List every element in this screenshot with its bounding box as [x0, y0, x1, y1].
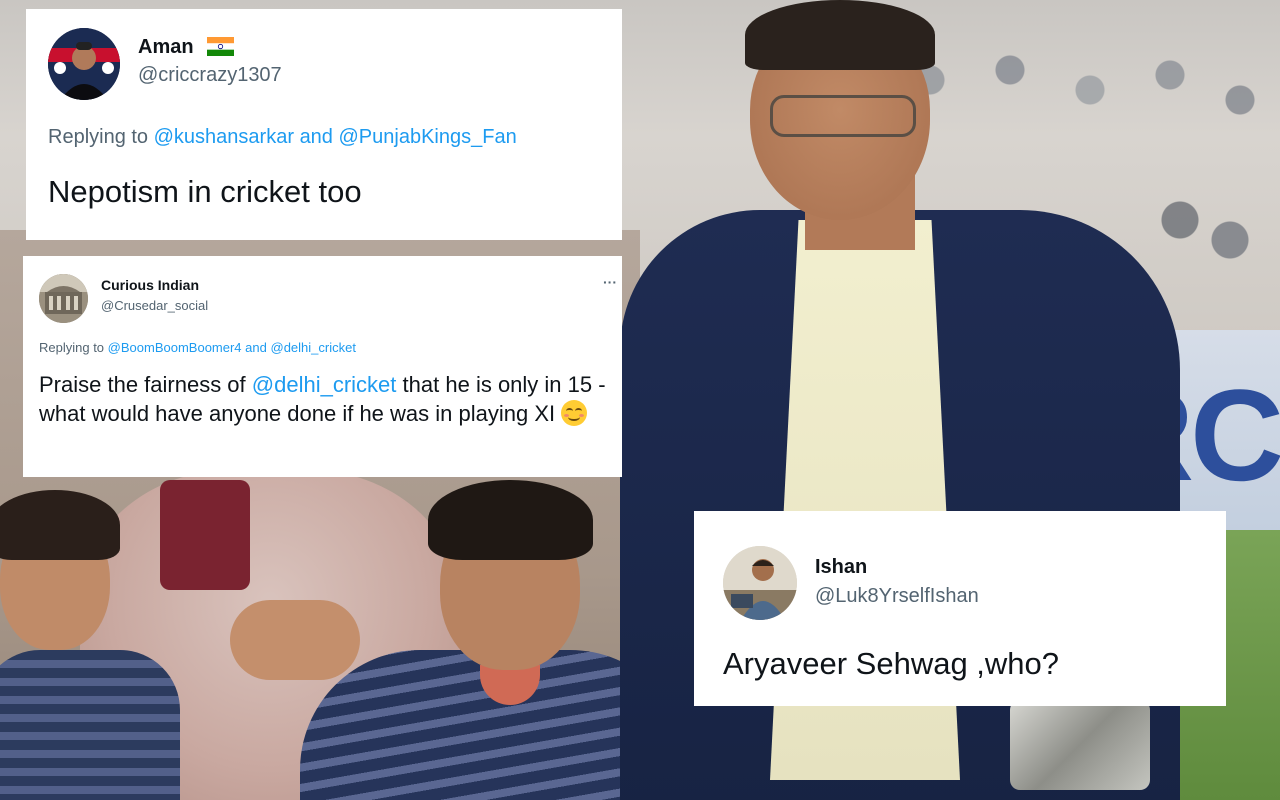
user-handle[interactable]: @Crusedar_social [101, 298, 208, 313]
avatar-image [48, 28, 120, 100]
avatar-image [39, 274, 88, 323]
tweet-text: Nepotism in cricket too [48, 174, 362, 209]
tweet-card-aman[interactable]: Aman @criccrazy1307 Replying to @kushans… [26, 9, 622, 240]
smiling-face-icon [561, 400, 588, 426]
avatar-image [723, 546, 797, 620]
replying-to-label: Replying to [48, 126, 149, 148]
replying-to-line: Replying to @kushansarkar and @PunjabKin… [48, 126, 517, 149]
tweet-text: Aryaveer Sehwag ,who? [723, 646, 1060, 681]
display-name[interactable]: Ishan [815, 556, 867, 579]
and-text: and [299, 126, 333, 148]
user-handle[interactable]: @criccrazy1307 [138, 64, 282, 87]
tweet-text: Praise the fairness of @delhi_cricket th… [39, 370, 611, 428]
child-left [0, 490, 180, 800]
and-text: and [245, 340, 267, 355]
user-handle[interactable]: @Luk8YrselfIshan [815, 585, 979, 608]
glasses [770, 95, 916, 137]
mention-link[interactable]: @delhi_cricket [252, 372, 397, 397]
display-name[interactable]: Aman [138, 36, 194, 59]
replying-to-label: Replying to [39, 340, 105, 355]
tweet-card-curious-indian[interactable]: Curious Indian @Crusedar_social ··· Repl… [23, 256, 622, 477]
avatar[interactable] [39, 274, 88, 323]
tweet-text-part: Praise the fairness of [39, 372, 246, 397]
mention-link[interactable]: @BoomBoomBoomer4 [108, 340, 242, 355]
mention-link[interactable]: @PunjabKings_Fan [339, 126, 517, 148]
more-options-icon[interactable]: ··· [603, 274, 617, 290]
display-name[interactable]: Curious Indian [101, 277, 199, 293]
avatar[interactable] [48, 28, 120, 100]
india-flag-icon [207, 37, 234, 56]
trophy [1010, 700, 1150, 790]
mention-link[interactable]: @kushansarkar [154, 126, 294, 148]
avatar[interactable] [723, 546, 797, 620]
tweet-card-ishan[interactable]: Ishan @Luk8YrselfIshan Aryaveer Sehwag ,… [694, 511, 1226, 706]
mention-link[interactable]: @delhi_cricket [271, 340, 356, 355]
replying-to-line: Replying to @BoomBoomBoomer4 and @delhi_… [39, 340, 356, 355]
